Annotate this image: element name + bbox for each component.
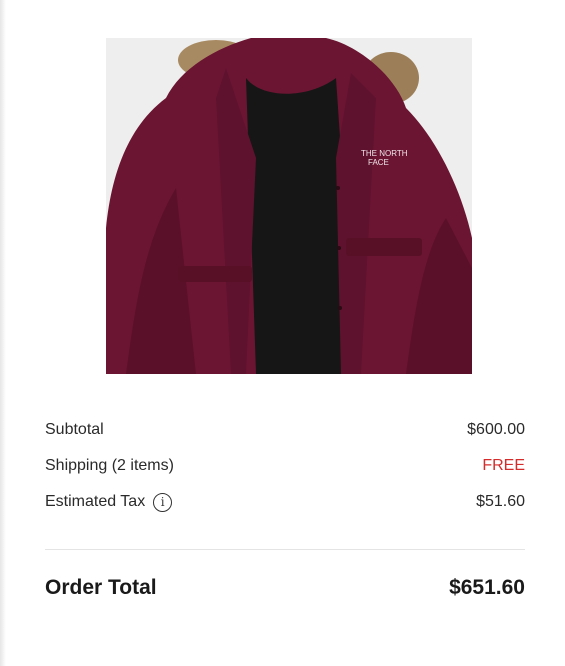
- tax-row: Estimated Tax i $51.60: [45, 484, 525, 520]
- order-total-value: $651.60: [449, 576, 525, 599]
- tax-value: $51.60: [476, 493, 525, 510]
- page-edge: [0, 0, 6, 666]
- svg-text:FACE: FACE: [368, 158, 389, 167]
- shipping-value: FREE: [482, 457, 525, 474]
- subtotal-row: Subtotal $600.00: [45, 412, 525, 448]
- product-image: THE NORTH FACE: [106, 38, 472, 374]
- order-total-label: Order Total: [45, 576, 157, 599]
- svg-text:THE NORTH: THE NORTH: [361, 149, 408, 158]
- subtotal-label: Subtotal: [45, 421, 104, 438]
- info-icon[interactable]: i: [153, 492, 173, 512]
- tax-label: Estimated Tax: [45, 493, 146, 510]
- shipping-row: Shipping (2 items) FREE: [45, 448, 525, 484]
- subtotal-value: $600.00: [467, 421, 525, 438]
- shipping-label: Shipping (2 items): [45, 457, 174, 474]
- order-summary: Subtotal $600.00 Shipping (2 items) FREE…: [45, 412, 525, 600]
- order-total-row: Order Total $651.60: [45, 576, 525, 600]
- tax-label-group: Estimated Tax i: [45, 492, 173, 512]
- divider: [45, 549, 525, 550]
